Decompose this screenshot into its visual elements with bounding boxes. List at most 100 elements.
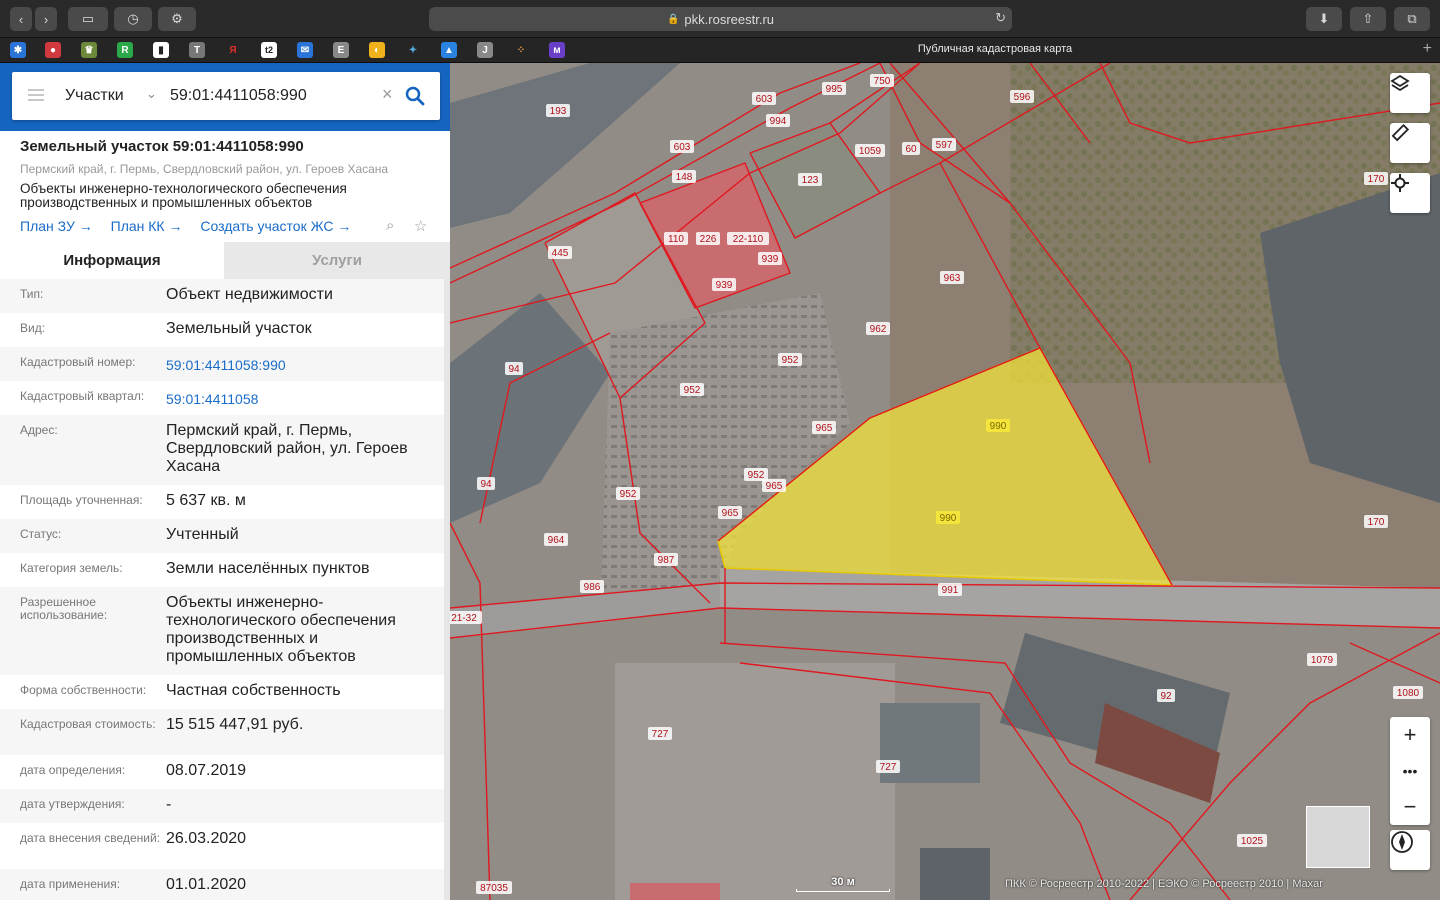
downloads-button[interactable]: ⬇ <box>1306 7 1342 31</box>
bookmark-icon[interactable]: J <box>477 42 493 58</box>
share-button[interactable]: ⇧ <box>1350 7 1386 31</box>
menu-icon[interactable] <box>28 89 44 101</box>
new-tab-button[interactable]: + <box>1423 40 1432 58</box>
chevron-down-icon[interactable]: ⌄ <box>146 86 157 102</box>
zoom-more-button[interactable]: ••• <box>1390 753 1430 789</box>
parcel-label[interactable]: 226 <box>700 234 717 245</box>
create-parcel-link[interactable]: Создать участок ЖС → <box>200 218 351 234</box>
settings-button[interactable]: ⚙ <box>158 7 196 31</box>
plan-zu-link[interactable]: План ЗУ → <box>20 218 93 234</box>
parcel-label[interactable]: 727 <box>652 729 669 740</box>
bookmark-icon[interactable]: ♛ <box>81 42 97 58</box>
bookmark-icon[interactable]: E <box>333 42 349 58</box>
bookmark-icon[interactable]: ▲ <box>441 42 457 58</box>
parcel-label[interactable]: 995 <box>826 84 843 95</box>
parcel-label[interactable]: 123 <box>802 175 819 186</box>
bookmark-icon[interactable]: R <box>117 42 133 58</box>
bookmark-icon[interactable]: t2 <box>261 42 277 58</box>
bookmark-icon[interactable]: ◐ <box>369 42 385 58</box>
parcel-label[interactable]: 170 <box>1368 174 1385 185</box>
parcel-label[interactable]: 990 <box>940 513 957 524</box>
reload-icon[interactable]: ↻ <box>995 10 1006 26</box>
parcel-label[interactable]: 94 <box>480 479 492 490</box>
parcel-label[interactable]: 193 <box>550 106 567 117</box>
search-input[interactable]: 59:01:4411058:990 <box>170 87 307 105</box>
parcel-label[interactable]: 991 <box>942 585 959 596</box>
parcel-label[interactable]: 170 <box>1368 517 1385 528</box>
zoom-out-button[interactable]: − <box>1390 789 1430 825</box>
parcel-label[interactable]: 986 <box>584 582 601 593</box>
clear-icon[interactable]: × <box>382 84 393 105</box>
minimap[interactable] <box>1306 806 1370 868</box>
search-icon[interactable] <box>404 85 426 107</box>
bookmark-icon[interactable]: м <box>549 42 565 58</box>
parcel-label[interactable]: 727 <box>880 762 897 773</box>
history-button[interactable]: ◷ <box>114 7 152 31</box>
parcel-label[interactable]: 603 <box>756 94 773 105</box>
parcel-label[interactable]: 987 <box>658 555 675 566</box>
parcel-label[interactable]: 21-32 <box>451 613 477 624</box>
bookmark-icon[interactable]: ✦ <box>405 42 421 58</box>
tab-services[interactable]: Услуги <box>224 242 450 279</box>
bookmark-icon[interactable]: Я <box>225 42 241 58</box>
parcel-label[interactable]: 1079 <box>1311 655 1334 666</box>
parcel-label[interactable]: 92 <box>1160 691 1172 702</box>
category-select[interactable]: Участки <box>65 87 124 105</box>
tabs-overview-button[interactable]: ⧉ <box>1394 7 1430 31</box>
map-view[interactable]: 193 603 995 750 596 994 603 1059 60 597 123 148 110 2… <box>450 63 1440 900</box>
parcel-label[interactable]: 963 <box>944 273 961 284</box>
parcel-label[interactable]: 994 <box>770 116 787 127</box>
parcel-label[interactable]: 965 <box>722 508 739 519</box>
parcel-label[interactable]: 148 <box>676 172 693 183</box>
tab-bar: ✱ ● ♛ R ▮ T Я t2 ✉ E ◐ ✦ ▲ J ⁘ м Публичн… <box>0 38 1440 63</box>
parcel-label[interactable]: 952 <box>620 489 637 500</box>
plan-kk-link[interactable]: План КК → <box>111 218 183 234</box>
satellite-map[interactable]: 193 603 995 750 596 994 603 1059 60 597 123 148 110 2… <box>450 63 1440 900</box>
info-value-link[interactable]: 59:01:4411058 <box>166 390 436 408</box>
parcel-label[interactable]: 87035 <box>480 883 508 894</box>
parcel-label[interactable]: 1025 <box>1241 836 1264 847</box>
bookmark-icon[interactable]: ✉ <box>297 42 313 58</box>
parcel-label[interactable]: 596 <box>1014 92 1031 103</box>
parcel-label[interactable]: 603 <box>674 142 691 153</box>
sidebar-toggle-button[interactable]: ▭ <box>68 7 108 31</box>
tab-information[interactable]: Информация <box>0 242 224 279</box>
locate-button[interactable] <box>1390 173 1430 213</box>
parcel-label[interactable]: 990 <box>990 421 1007 432</box>
bookmark-icon[interactable]: ▮ <box>153 42 169 58</box>
address-bar[interactable]: 🔒 pkk.rosreestr.ru ↻ <box>429 7 1012 31</box>
parcel-label[interactable]: 952 <box>782 355 799 366</box>
info-row: Тип: Объект недвижимости <box>0 279 444 313</box>
bookmark-icon[interactable]: ⁘ <box>513 42 529 58</box>
parcel-label[interactable]: 22-110 <box>733 234 764 245</box>
parcel-label[interactable]: 60 <box>905 144 917 155</box>
parcel-label[interactable]: 94 <box>508 364 520 375</box>
parcel-label[interactable]: 1080 <box>1397 688 1420 699</box>
zoom-in-button[interactable]: + <box>1390 717 1430 753</box>
parcel-label[interactable]: 1059 <box>859 146 882 157</box>
parcel-label[interactable]: 962 <box>870 324 887 335</box>
compass-button[interactable] <box>1390 830 1430 870</box>
layers-button[interactable] <box>1390 73 1430 113</box>
zoom-to-object-icon[interactable]: ⌕ <box>386 217 404 235</box>
bookmark-icon[interactable]: ✱ <box>10 42 26 58</box>
measure-button[interactable] <box>1390 123 1430 163</box>
parcel-label[interactable]: 110 <box>668 234 684 245</box>
parcel-label[interactable]: 597 <box>936 140 953 151</box>
parcel-label[interactable]: 965 <box>816 423 833 434</box>
info-value-link[interactable]: 59:01:4411058:990 <box>166 356 436 374</box>
active-tab-title[interactable]: Публичная кадастровая карта <box>840 43 1150 55</box>
parcel-label[interactable]: 939 <box>716 280 733 291</box>
parcel-label[interactable]: 952 <box>684 385 701 396</box>
parcel-label[interactable]: 750 <box>874 76 891 87</box>
parcel-label[interactable]: 964 <box>548 535 565 546</box>
back-button[interactable]: ‹ <box>10 7 32 31</box>
parcel-label[interactable]: 939 <box>762 254 779 265</box>
parcel-label[interactable]: 445 <box>552 248 569 259</box>
favorite-star-icon[interactable]: ☆ <box>414 217 432 235</box>
forward-button[interactable]: › <box>35 7 57 31</box>
parcel-label[interactable]: 965 <box>766 481 783 492</box>
bookmark-icon[interactable]: T <box>189 42 205 58</box>
bookmark-icon[interactable]: ● <box>45 42 61 58</box>
parcel-label[interactable]: 952 <box>748 470 765 481</box>
